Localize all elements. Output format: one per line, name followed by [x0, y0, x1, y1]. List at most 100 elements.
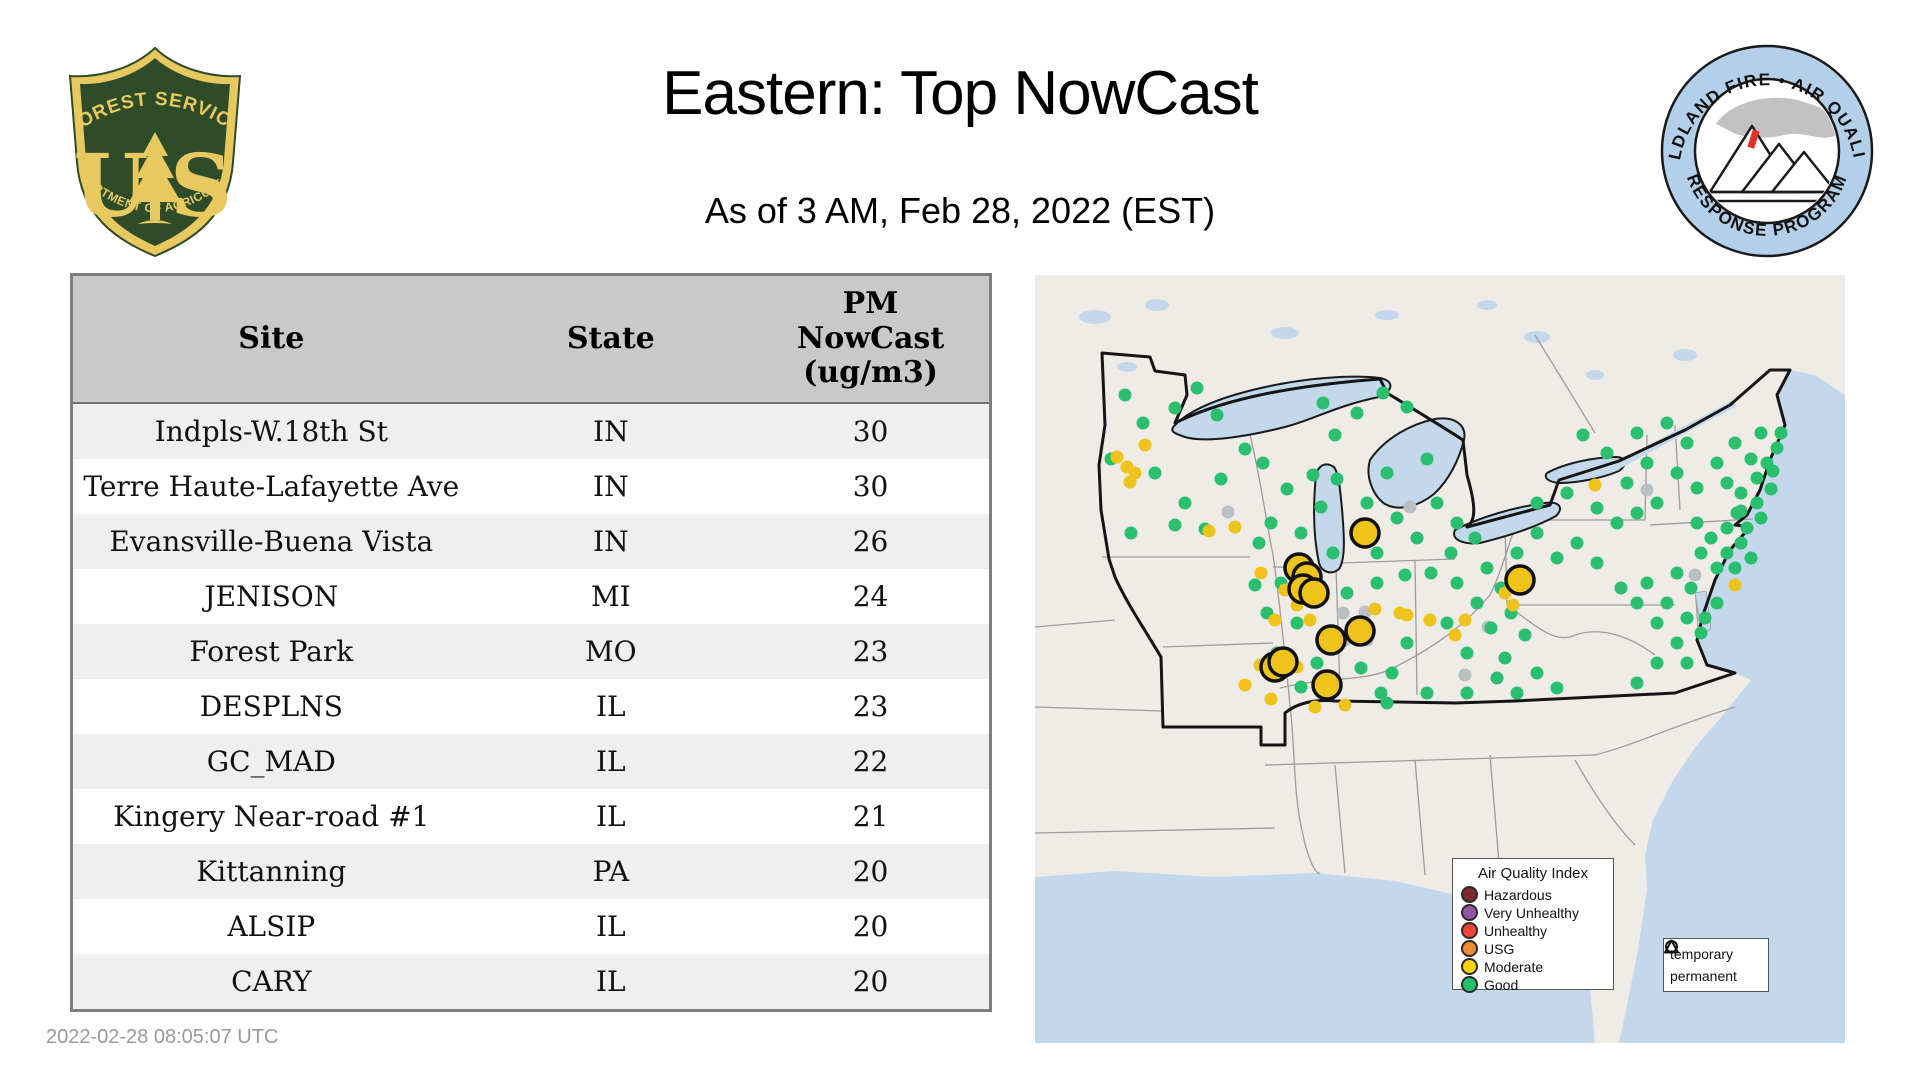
top-site-marker	[1349, 517, 1381, 549]
table-header-row: Site State PM NowCast (ug/m3)	[71, 274, 991, 404]
monitor-dot-good	[1310, 656, 1324, 670]
table-row: JENISON MI 24	[71, 569, 991, 624]
site-cell: JENISON	[71, 569, 470, 624]
aqi-legend-item: Good	[1461, 976, 1605, 993]
aqi-map: Air Quality Index Hazardous Very Unhealth…	[1035, 275, 1845, 1043]
monitor-dot-good	[1248, 578, 1262, 592]
top-site-marker	[1267, 646, 1299, 678]
monitor-dot-good	[1720, 546, 1734, 560]
state-cell: PA	[469, 844, 753, 899]
monitor-dot-good	[1350, 406, 1364, 420]
aqi-color-dot-icon	[1461, 976, 1478, 993]
state-cell: IN	[469, 514, 753, 569]
top-nowcast-table: Site State PM NowCast (ug/m3) Indpls-W.1…	[70, 273, 992, 1012]
aqi-legend-item: Moderate	[1461, 958, 1605, 975]
aqi-item-label: USG	[1484, 940, 1515, 957]
monitor-dot-moderate	[1400, 608, 1414, 622]
pm-cell: 23	[752, 679, 991, 734]
monitor-dot-good	[1252, 536, 1266, 550]
monitor-dot-good	[1390, 511, 1404, 525]
monitor-dot-moderate	[1303, 613, 1317, 627]
table-row: ALSIP IL 20	[71, 899, 991, 954]
monitor-dot-good	[1734, 536, 1748, 550]
pm-cell: 23	[752, 624, 991, 679]
monitor-dot-good	[1764, 482, 1778, 496]
table-row: Kingery Near-road #1 IL 21	[71, 789, 991, 844]
monitor-dot-good	[1316, 396, 1330, 410]
monitor-dot-moderate	[1423, 613, 1437, 627]
monitor-dot-good	[1420, 686, 1434, 700]
monitor-dot-good	[1370, 546, 1384, 560]
monitor-dot-moderate	[1588, 478, 1602, 492]
monitor-dot-good	[1328, 428, 1342, 442]
monitor-dot-good	[1630, 596, 1644, 610]
generation-timestamp: 2022-02-28 08:05:07 UTC	[46, 1026, 279, 1048]
monitor-dot-moderate	[1238, 678, 1252, 692]
monitor-dot-good	[1280, 482, 1294, 496]
aqi-legend-item: Hazardous	[1461, 886, 1605, 903]
monitor-dot-good	[1728, 561, 1742, 575]
top-site-marker	[1311, 669, 1343, 701]
col-header-state: State	[469, 274, 753, 404]
pm-cell: 21	[752, 789, 991, 844]
site-cell: Evansville-Buena Vista	[71, 514, 470, 569]
monitor-dot-good	[1294, 526, 1308, 540]
pm-header-line1: PM	[842, 286, 899, 322]
monitor-dot-moderate	[1338, 698, 1352, 712]
monitor-dot-good	[1518, 628, 1532, 642]
aqi-legend-title: Air Quality Index	[1477, 865, 1589, 882]
state-cell: MI	[469, 569, 753, 624]
site-cell: DESPLNS	[71, 679, 470, 734]
monitor-dot-good	[1380, 696, 1394, 710]
monitor-dot-good	[1750, 471, 1764, 485]
monitor-dot-good	[1470, 596, 1484, 610]
monitor-dot-moderate	[1228, 520, 1242, 534]
state-cell: IL	[469, 899, 753, 954]
monitor-dot-good	[1360, 496, 1374, 510]
temporary-label: temporary	[1670, 946, 1734, 962]
monitor-dot-good	[1660, 596, 1674, 610]
monitor-dot-good	[1380, 466, 1394, 480]
monitor-dot-good	[1590, 556, 1604, 570]
monitor-dot-good	[1190, 381, 1204, 395]
monitor-dot-good	[1440, 616, 1454, 630]
monitor-dot-good	[1385, 666, 1399, 680]
monitor-dot-good	[1550, 681, 1564, 695]
legend-item-permanent: permanent	[1664, 939, 1762, 987]
monitor-dot-good	[1118, 388, 1132, 402]
table-row: CARY IL 20	[71, 954, 991, 1011]
monitor-dot-moderate	[1138, 438, 1152, 452]
state-cell: MO	[469, 624, 753, 679]
aqi-item-label: Good	[1484, 976, 1519, 993]
monitor-dot-moderate	[1202, 524, 1216, 538]
monitor-dot-good	[1680, 436, 1694, 450]
monitor-dot-good	[1460, 646, 1474, 660]
monitor-dot-good	[1376, 386, 1390, 400]
monitor-dot-good	[1460, 686, 1474, 700]
monitor-dot-good	[1370, 576, 1384, 590]
pm-cell: 26	[752, 514, 991, 569]
monitor-dot-good	[1314, 500, 1328, 514]
monitor-dot-good	[1306, 468, 1320, 482]
aqi-item-label: Unhealthy	[1484, 922, 1548, 939]
aqi-color-dot-icon	[1461, 940, 1478, 957]
monitor-dot-good	[1710, 596, 1724, 610]
monitor-dot-good	[1670, 636, 1684, 650]
site-cell: Kingery Near-road #1	[71, 789, 470, 844]
monitor-dot-moderate	[1123, 475, 1137, 489]
page-title: Eastern: Top NowCast	[662, 59, 1259, 128]
monitor-dot-good	[1400, 636, 1414, 650]
site-cell: Forest Park	[71, 624, 470, 679]
monitor-dot-good	[1424, 566, 1438, 580]
monitor-dot-good	[1294, 680, 1308, 694]
monitor-dot-good	[1734, 504, 1748, 518]
pm-cell: 20	[752, 899, 991, 954]
monitor-dot-missing	[1336, 606, 1350, 620]
monitor-dot-moderate	[1448, 628, 1462, 642]
monitor-dot-moderate	[1254, 566, 1268, 580]
aqi-color-dot-icon	[1461, 904, 1478, 921]
monitor-dot-good	[1680, 656, 1694, 670]
monitor-dot-moderate	[1458, 613, 1472, 627]
aqi-legend: Air Quality Index Hazardous Very Unhealth…	[1452, 858, 1614, 993]
monitor-dot-good	[1530, 496, 1544, 510]
